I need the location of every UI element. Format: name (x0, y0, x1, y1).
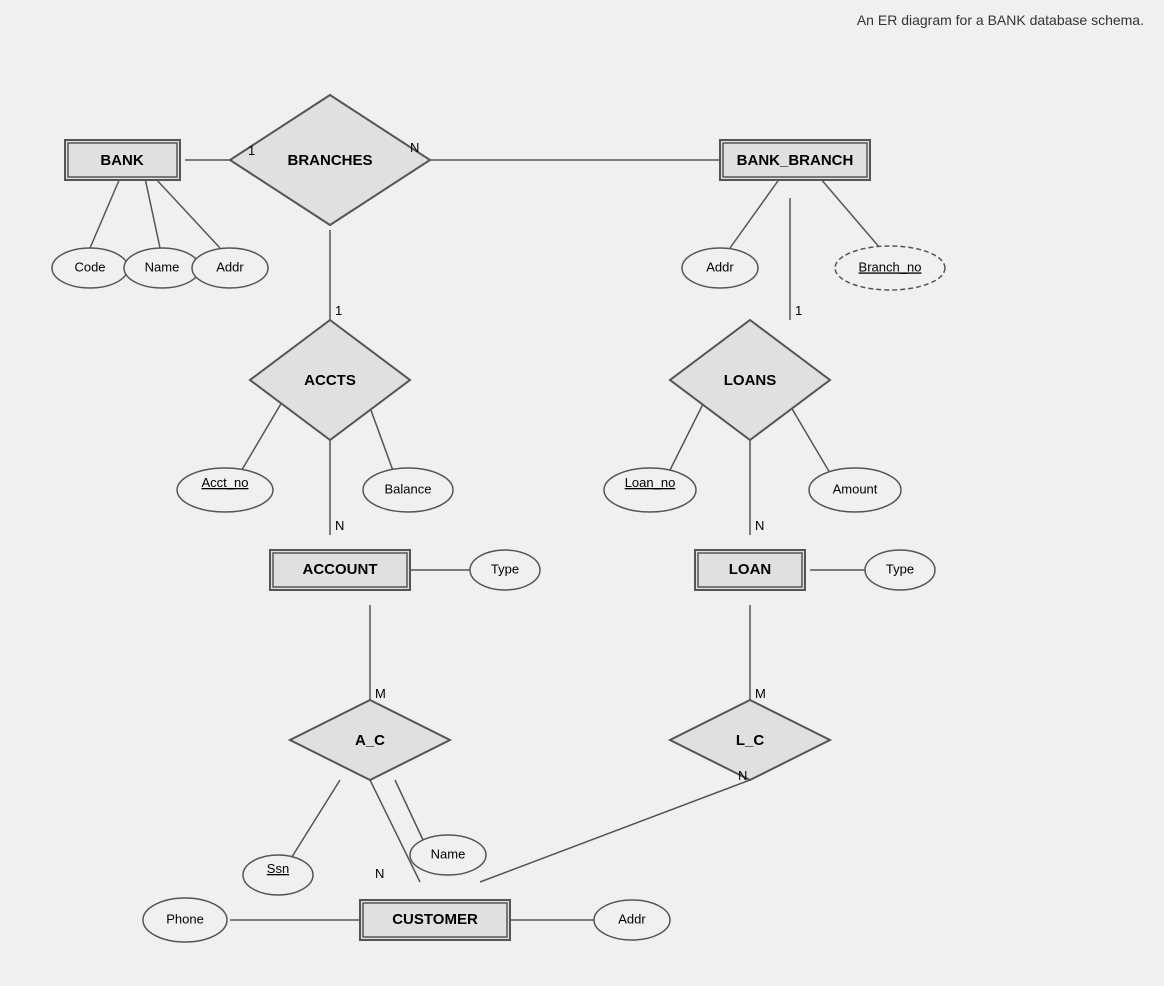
er-diagram: BANK BANK_BRANCH ACCOUNT LOAN CUSTOMER B… (0, 0, 1164, 986)
cardinality-account-ac: M (375, 686, 386, 701)
branches-label: BRANCHES (287, 152, 372, 169)
lc-label: L_C (736, 732, 765, 749)
loan-no-label: Loan_no (625, 475, 676, 490)
cardinality-lc-customer: N (738, 768, 747, 783)
ac-label: A_C (355, 732, 385, 749)
bank-label: BANK (100, 152, 143, 169)
balance-label: Balance (385, 481, 432, 496)
customer-phone-label: Phone (166, 911, 204, 926)
account-label: ACCOUNT (303, 561, 378, 578)
cardinality-loans-loan: N (755, 518, 764, 533)
amount-label: Amount (833, 481, 878, 496)
diagram-container: An ER diagram for a BANK database schema… (0, 0, 1164, 986)
cardinality-bankbranch-loans: 1 (795, 303, 802, 318)
loan-label: LOAN (729, 561, 772, 578)
bank-code-label: Code (74, 259, 105, 274)
loans-label: LOANS (724, 372, 777, 389)
ac-name-label: Name (431, 846, 466, 861)
bank-name-label: Name (145, 259, 180, 274)
acct-no-label: Acct_no (202, 475, 249, 490)
cardinality-accts-account: N (335, 518, 344, 533)
cardinality-branches-accts: 1 (335, 303, 342, 318)
account-type-label: Type (491, 561, 519, 576)
cardinality-branches-bankbranch: N (410, 140, 419, 155)
customer-label: CUSTOMER (392, 911, 478, 928)
cardinality-ac-customer: N (375, 866, 384, 881)
accts-label: ACCTS (304, 372, 356, 389)
bank-branch-label: BANK_BRANCH (737, 152, 854, 169)
cardinality-loan-lc: M (755, 686, 766, 701)
loan-type-label: Type (886, 561, 914, 576)
cardinality-bank-branches: 1 (248, 143, 255, 158)
bank-addr-label: Addr (216, 259, 244, 274)
customer-addr-label: Addr (618, 911, 646, 926)
ssn-label: Ssn (267, 861, 289, 876)
branch-addr-label: Addr (706, 259, 734, 274)
branch-no-label: Branch_no (859, 259, 922, 274)
